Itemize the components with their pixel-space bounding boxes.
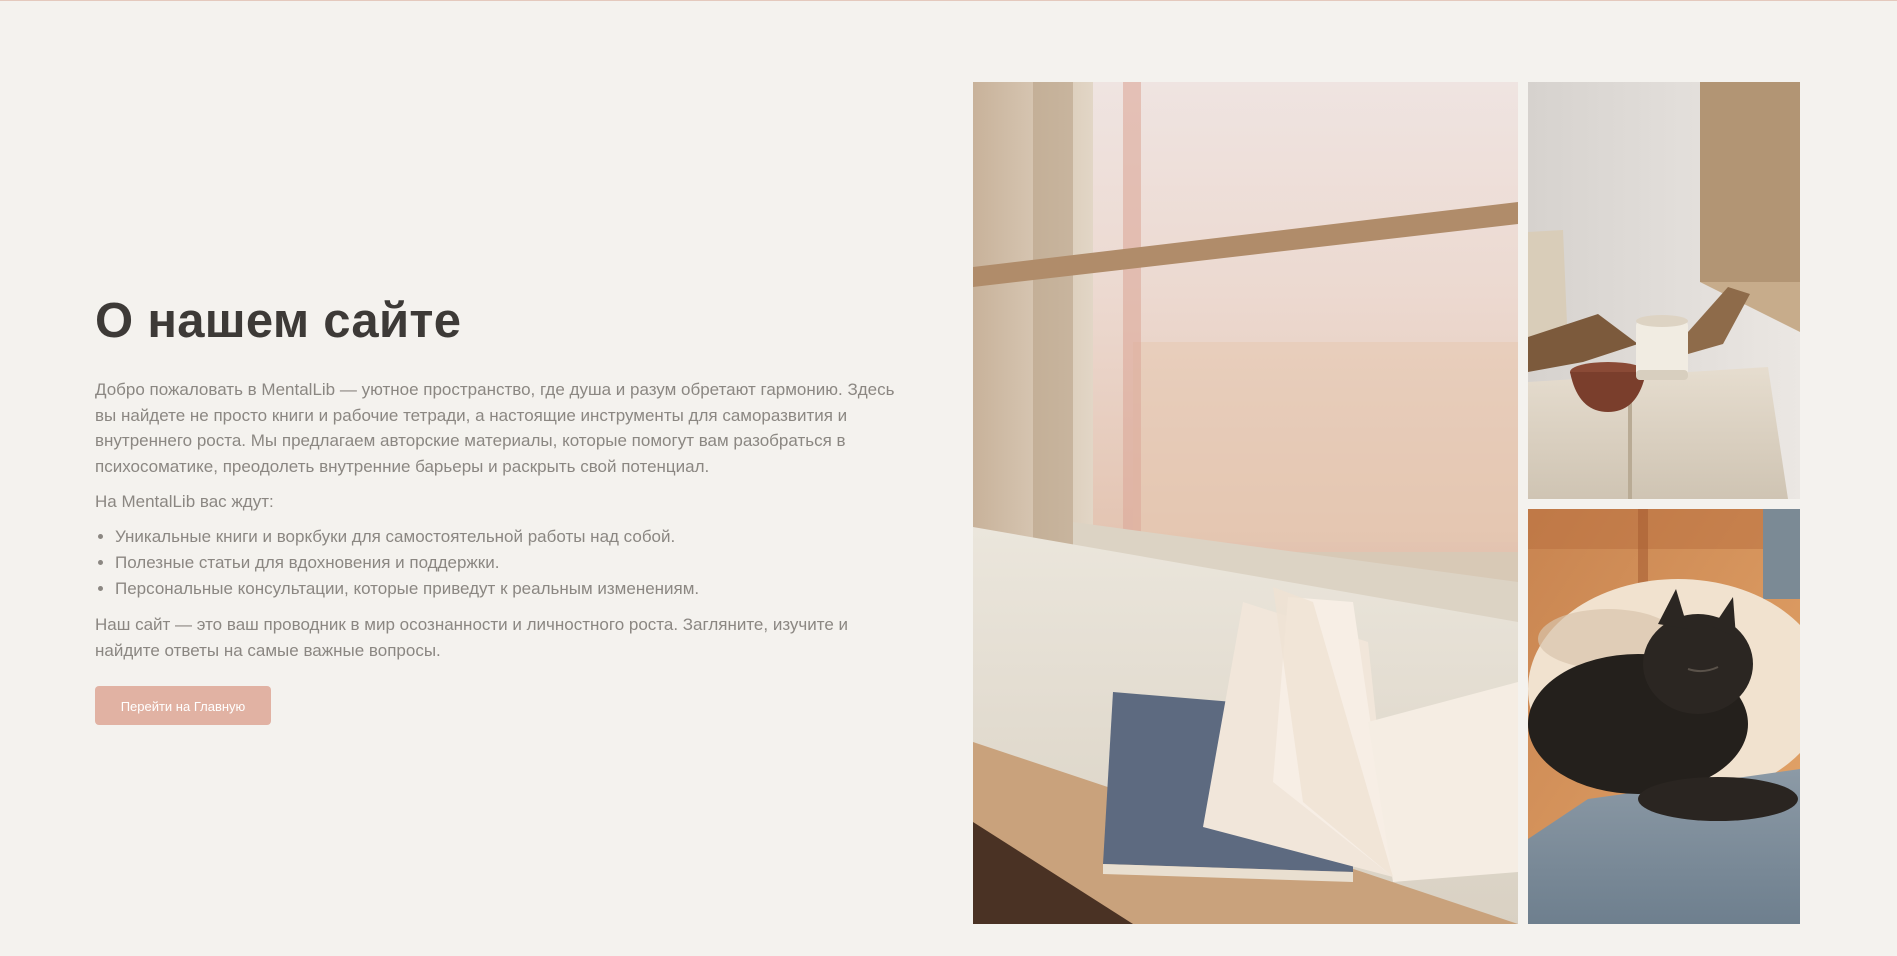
feature-item-consultations: Персональные консультации, которые приве… <box>115 576 915 602</box>
feature-item-articles: Полезные статьи для вдохновения и поддер… <box>115 550 915 576</box>
page-title: О нашем сайте <box>95 294 462 348</box>
go-home-button[interactable]: Перейти на Главную <box>95 686 271 725</box>
sleeping-cat-photo <box>1528 509 1800 924</box>
outro-paragraph: Наш сайт — это ваш проводник в мир осозн… <box>95 615 849 660</box>
window-book-photo <box>973 82 1518 924</box>
candle-table-photo <box>1528 82 1800 499</box>
features-lead: На MentalLib вас ждут: <box>95 492 274 511</box>
features-list: Уникальные книги и воркбуки для самостоя… <box>95 524 915 602</box>
intro-paragraph: Добро пожаловать в MentalLib — уютное пр… <box>95 380 895 476</box>
about-section: О нашем сайте Добро пожаловать в MentalL… <box>95 291 915 725</box>
feature-item-books: Уникальные книги и воркбуки для самостоя… <box>115 524 915 550</box>
